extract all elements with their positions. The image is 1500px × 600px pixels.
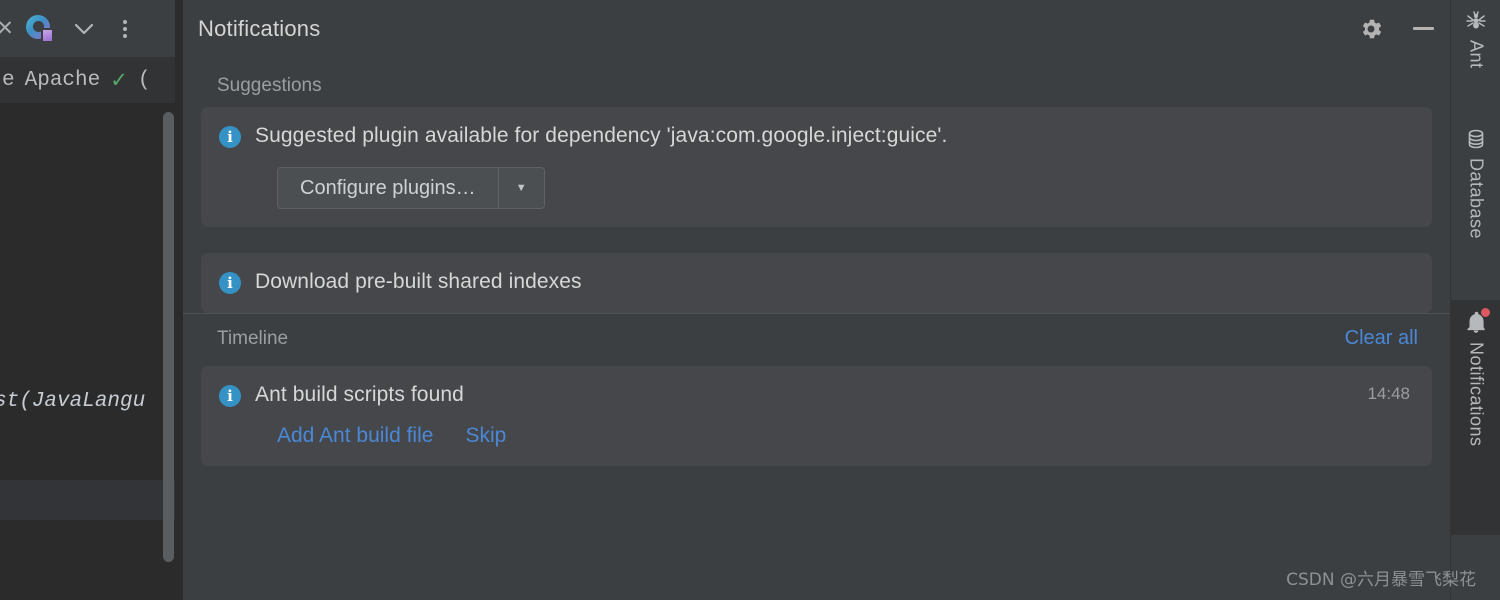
sidebar-item-label: Database xyxy=(1466,158,1487,240)
more-vertical-icon[interactable] xyxy=(106,0,144,57)
watermark: CSDN @六月暴雪飞梨花 xyxy=(1286,570,1476,590)
editor-highlight-band xyxy=(0,480,183,520)
section-label-timeline: Timeline xyxy=(217,327,289,349)
info-icon: i xyxy=(219,272,241,294)
notification-card-ant-build[interactable]: i Ant build scripts found 14:48 Add Ant … xyxy=(201,366,1432,466)
sidebar-item-ant[interactable]: Ant xyxy=(1451,8,1500,69)
right-tool-stripe: Ant Database Notifications xyxy=(1450,0,1500,600)
gear-icon[interactable] xyxy=(1354,12,1388,46)
breadcrumb-suffix: ( xyxy=(137,68,151,92)
breadcrumb-label: Apache xyxy=(24,68,101,92)
sidebar-item-label: Ant xyxy=(1466,40,1487,69)
notifications-header: Notifications xyxy=(183,0,1450,57)
sidebar-item-label: Notifications xyxy=(1466,342,1487,447)
notification-title: Suggested plugin available for dependenc… xyxy=(255,124,948,147)
info-icon: i xyxy=(219,385,241,407)
editor-scrollbar[interactable] xyxy=(163,112,174,562)
caret-down-icon[interactable]: ▼ xyxy=(497,168,544,208)
configure-plugins-button[interactable]: Configure plugins… ▼ xyxy=(277,167,545,209)
minimize-icon[interactable] xyxy=(1406,12,1440,46)
notification-card-suggested-plugin[interactable]: i Suggested plugin available for depende… xyxy=(201,107,1432,227)
notifications-tool-window: Notifications Suggestions i Suggested pl… xyxy=(183,0,1500,600)
close-icon[interactable]: ✕ xyxy=(0,0,18,57)
sidebar-item-database[interactable]: Database xyxy=(1451,126,1500,239)
ant-icon xyxy=(1463,8,1489,34)
timeline-divider xyxy=(183,313,1450,314)
notifications-body: Suggestions i Suggested plugin available… xyxy=(183,57,1450,600)
chevron-down-icon[interactable] xyxy=(62,0,106,57)
sidebar-item-notifications[interactable]: Notifications xyxy=(1451,300,1500,535)
breadcrumb[interactable]: e Apache ✓ ( xyxy=(0,57,183,103)
timeline-section-header: Timeline Clear all xyxy=(183,313,1450,360)
configure-plugins-label: Configure plugins… xyxy=(300,176,476,199)
ide-window: ✕ e Apache ✓ ( st(JavaLangu Notification… xyxy=(0,0,1500,600)
page-title: Notifications xyxy=(198,15,321,41)
check-mark-icon: ✓ xyxy=(110,68,128,92)
section-label-suggestions: Suggestions xyxy=(217,75,322,96)
notification-actions: Add Ant build file Skip xyxy=(277,424,1414,448)
editor-edge xyxy=(175,0,183,600)
info-icon: i xyxy=(219,126,241,148)
breadcrumb-prefix: e xyxy=(2,68,15,92)
skip-link[interactable]: Skip xyxy=(465,424,506,448)
editor-code-fragment: st(JavaLangu xyxy=(0,390,146,413)
editor-toolbar: ✕ xyxy=(0,0,183,57)
header-actions xyxy=(1354,0,1440,57)
notification-title: Download pre-built shared indexes xyxy=(255,270,582,293)
notification-timestamp: 14:48 xyxy=(1367,384,1410,403)
database-icon xyxy=(1463,126,1489,152)
notification-card-shared-indexes[interactable]: i Download pre-built shared indexes xyxy=(201,253,1432,313)
bell-icon xyxy=(1462,307,1491,336)
editor-region: ✕ e Apache ✓ ( st(JavaLangu xyxy=(0,0,183,600)
notification-title: Ant build scripts found xyxy=(255,383,464,406)
add-ant-build-file-link[interactable]: Add Ant build file xyxy=(277,424,433,448)
clear-all-button[interactable]: Clear all xyxy=(1345,327,1428,350)
intellij-logo-icon[interactable] xyxy=(18,0,62,57)
notification-badge xyxy=(1480,307,1491,318)
